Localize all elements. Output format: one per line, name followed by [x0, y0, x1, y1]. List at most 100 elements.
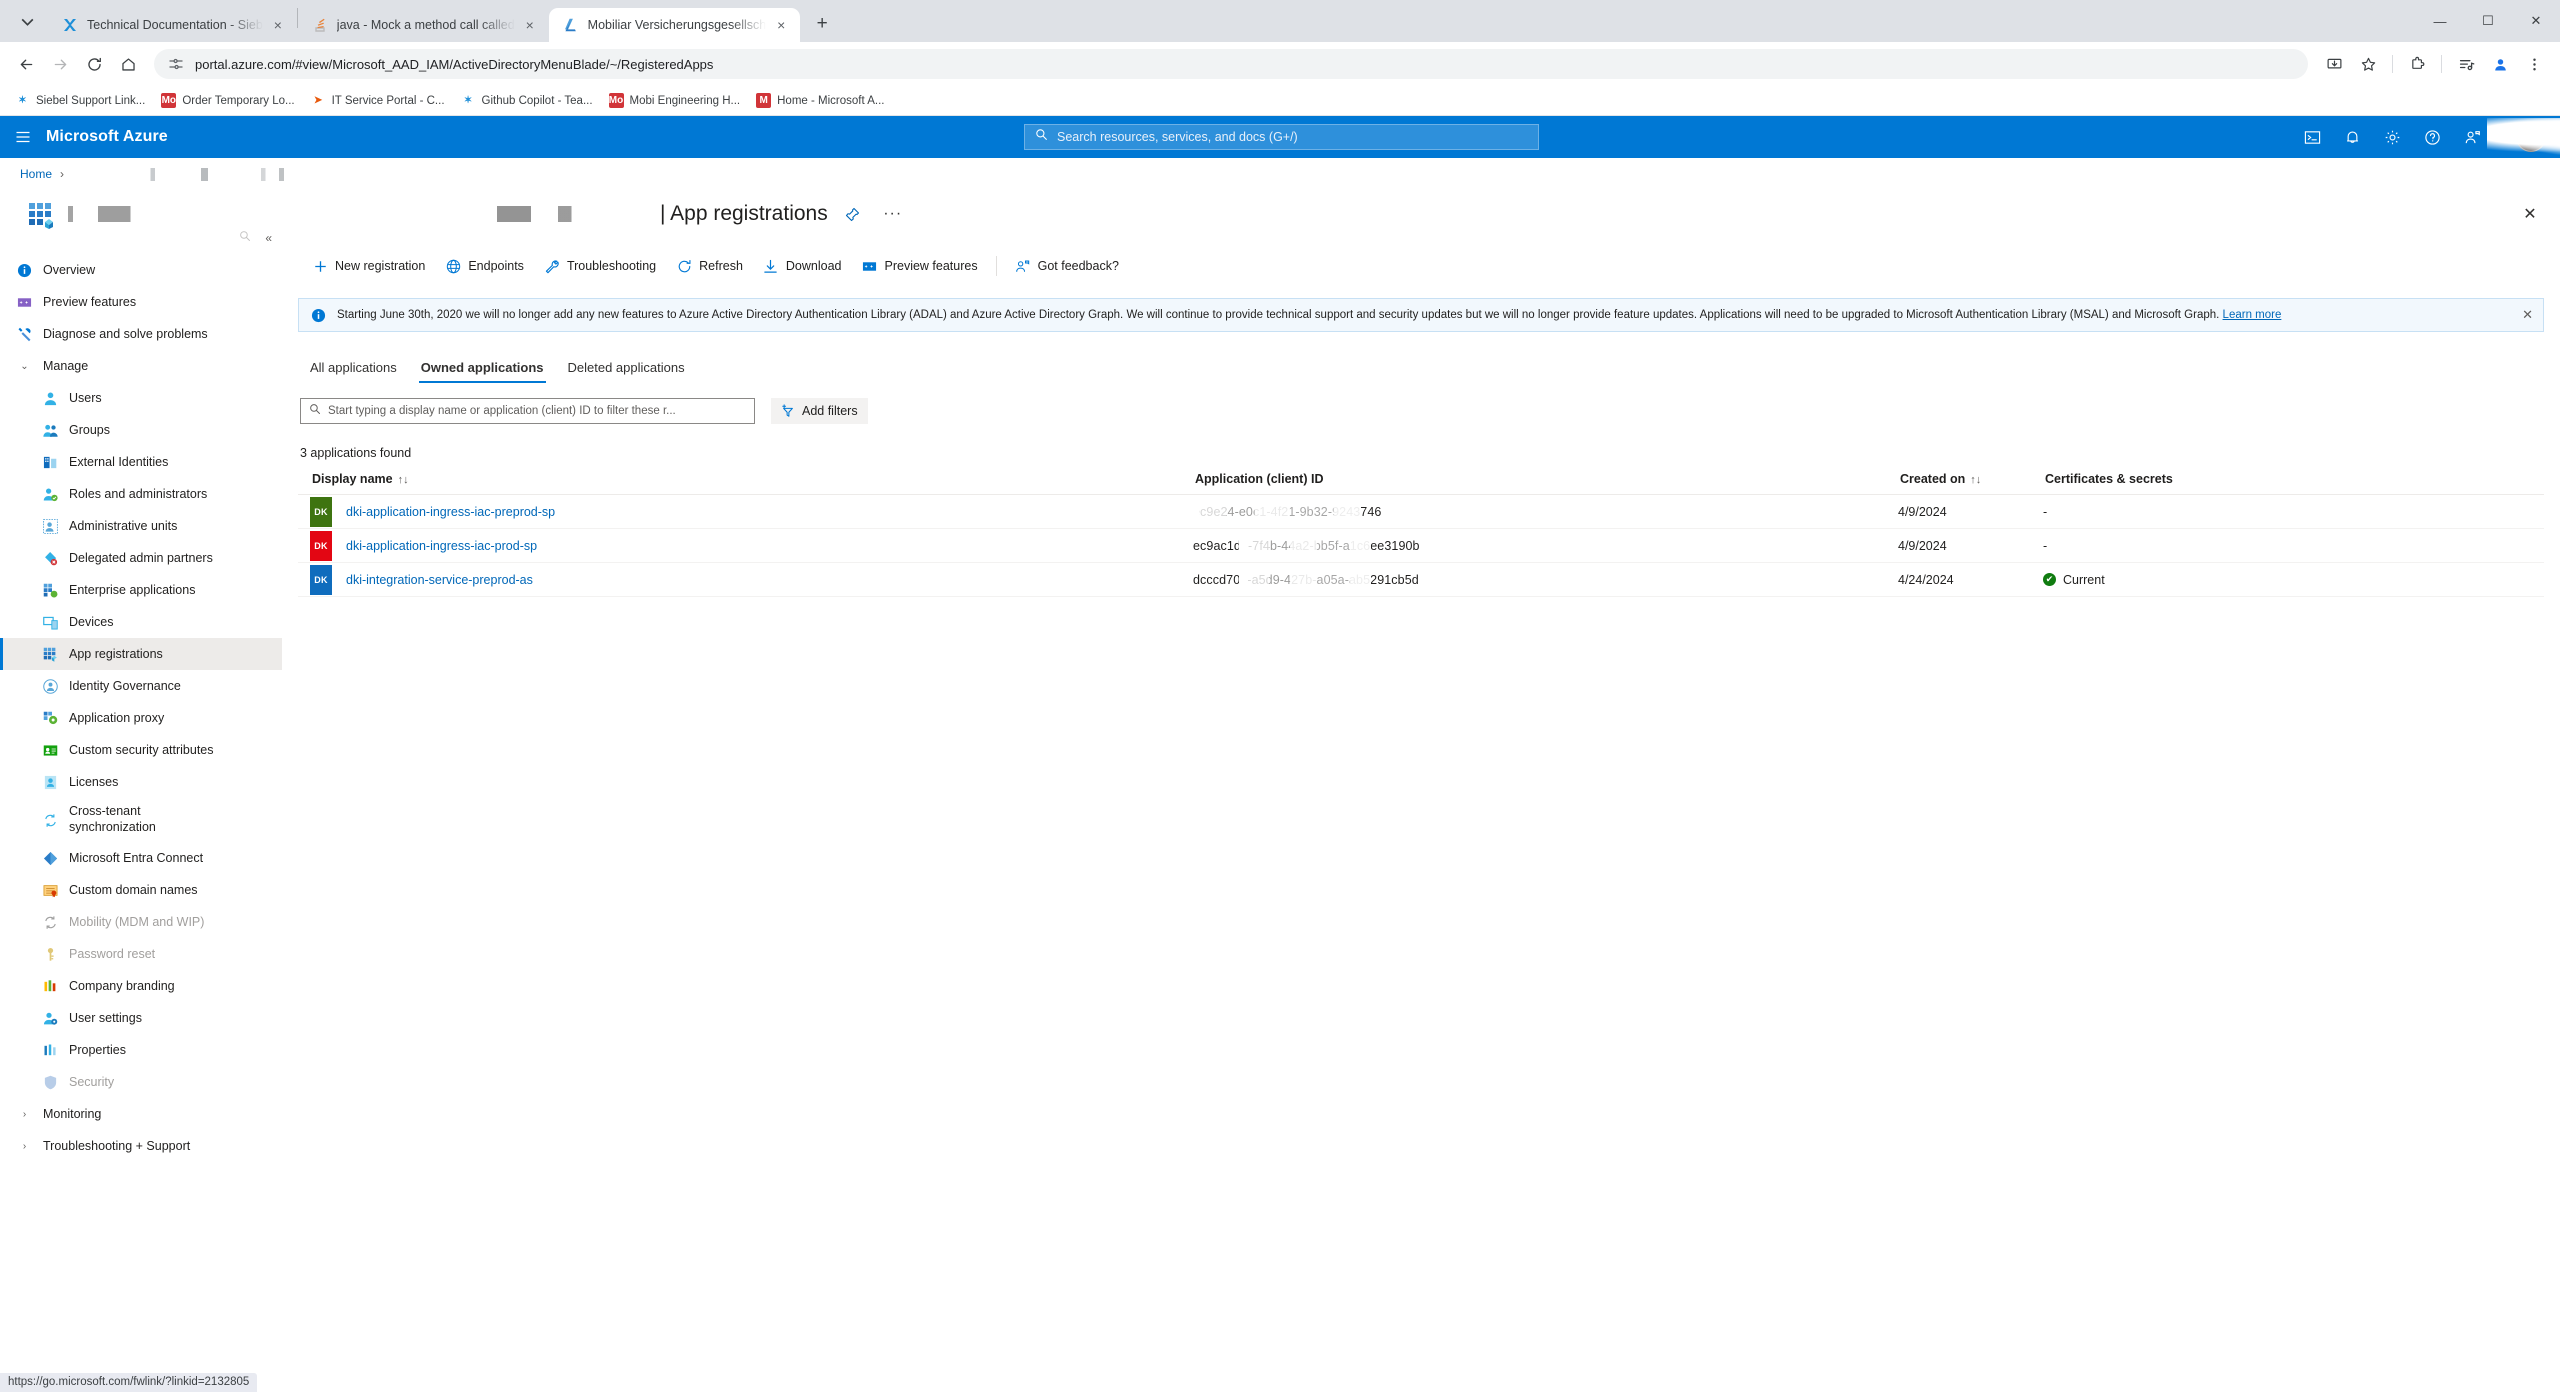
chevron-down-icon[interactable]: ⌄ [16, 361, 33, 372]
chrome-menu-icon[interactable] [2518, 48, 2550, 80]
sidebar-item-preview-features[interactable]: Preview features [0, 286, 282, 318]
browser-tab-3[interactable]: Mobiliar Versicherungsgesellsch × [548, 8, 801, 42]
reading-list-icon[interactable] [2450, 48, 2482, 80]
sidebar-item-custom-domain-names[interactable]: Custom domain names [0, 874, 282, 906]
account-menu[interactable] [2486, 116, 2560, 158]
command-download-button[interactable]: Download [753, 251, 852, 281]
command-refresh-button[interactable]: Refresh [666, 251, 753, 281]
bookmark-item[interactable]: ➤ IT Service Portal - C... [304, 90, 452, 111]
window-maximize-button[interactable]: ☐ [2464, 0, 2512, 42]
command-new-registration-button[interactable]: New registration [302, 251, 435, 281]
address-bar[interactable]: portal.azure.com/#view/Microsoft_AAD_IAM… [154, 49, 2308, 79]
blade-more-options-icon[interactable]: ··· [878, 199, 908, 229]
table-row[interactable]: DK dki-integration-service-preprod-as dccc… [298, 562, 2544, 597]
chevron-right-icon[interactable]: › [16, 1141, 33, 1152]
settings-gear-icon[interactable] [2373, 116, 2413, 158]
breadcrumb-home-link[interactable]: Home [20, 167, 52, 181]
search-input[interactable] [1057, 130, 1528, 144]
browser-tab-2[interactable]: java - Mock a method call called × [298, 8, 549, 42]
forward-button[interactable] [44, 48, 76, 80]
sidebar-item-custom-security-attributes[interactable]: Custom security attributes [0, 734, 282, 766]
banner-learn-more-link[interactable]: Learn more [2223, 309, 2282, 321]
chevron-right-icon[interactable]: › [16, 1109, 33, 1120]
azure-global-search[interactable] [1024, 124, 1539, 150]
sidebar-item-manage[interactable]: ⌄ Manage [0, 350, 282, 382]
sidebar-item-mobility-mdm-and-wip[interactable]: Mobility (MDM and WIP) [0, 906, 282, 938]
site-settings-icon[interactable] [168, 56, 184, 72]
sidebar-item-overview[interactable]: Overview [0, 254, 282, 286]
tab-close-icon[interactable]: × [521, 16, 539, 34]
sidebar-item-users[interactable]: Users [0, 382, 282, 414]
sidebar-item-administrative-units[interactable]: Administrative units [0, 510, 282, 542]
column-header-display-name[interactable]: Display name ↑↓ [298, 468, 1193, 495]
tab-search-icon[interactable] [6, 0, 48, 42]
sidebar-item-company-branding[interactable]: Company branding [0, 970, 282, 1002]
sidebar-item-user-settings[interactable]: User settings [0, 1002, 282, 1034]
sidebar-item-delegated-admin-partners[interactable]: Delegated admin partners [0, 542, 282, 574]
avatar[interactable] [2516, 122, 2546, 152]
help-question-icon[interactable] [2413, 116, 2453, 158]
profile-avatar-icon[interactable] [2484, 48, 2516, 80]
sort-icon[interactable]: ↑↓ [398, 474, 409, 486]
sidebar-item-application-proxy[interactable]: Application proxy [0, 702, 282, 734]
sidebar-item-app-registrations[interactable]: App registrations [0, 638, 282, 670]
notifications-icon[interactable] [2333, 116, 2373, 158]
tab-all-applications[interactable]: All applications [300, 354, 407, 385]
sidebar-item-troubleshooting-support[interactable]: › Troubleshooting + Support [0, 1130, 282, 1162]
sidebar-item-external-identities[interactable]: External Identities [0, 446, 282, 478]
application-name-link[interactable]: dki-application-ingress-iac-prod-sp [346, 539, 537, 553]
sidebar-item-enterprise-applications[interactable]: Enterprise applications [0, 574, 282, 606]
install-app-icon[interactable] [2318, 48, 2350, 80]
filter-input-wrapper[interactable] [300, 398, 755, 424]
sidebar-item-licenses[interactable]: Licenses [0, 766, 282, 798]
back-button[interactable] [10, 48, 42, 80]
sidebar-item-properties[interactable]: Properties [0, 1034, 282, 1066]
reload-button[interactable] [78, 48, 110, 80]
sidebar-item-security[interactable]: Security [0, 1066, 282, 1098]
bookmark-item[interactable]: Mo Mobi Engineering H... [602, 90, 748, 111]
command-got-feedback-button[interactable]: Got feedback? [1005, 251, 1129, 281]
extensions-puzzle-icon[interactable] [2401, 48, 2433, 80]
bookmark-item[interactable]: ✶ Github Copilot - Tea... [454, 90, 600, 111]
column-header-created-on[interactable]: Created on ↑↓ [1898, 468, 2043, 495]
sidebar-item-microsoft-entra-connect[interactable]: Microsoft Entra Connect [0, 842, 282, 874]
command-preview-features-button[interactable]: Preview features [852, 251, 988, 281]
command-troubleshooting-button[interactable]: Troubleshooting [534, 251, 666, 281]
new-tab-button[interactable]: + [806, 8, 838, 40]
close-icon[interactable]: ✕ [2516, 200, 2544, 228]
application-name-link[interactable]: dki-application-ingress-iac-preprod-sp [346, 505, 555, 519]
command-endpoints-button[interactable]: Endpoints [435, 251, 534, 281]
sidebar-item-cross-tenant-synchronization[interactable]: Cross-tenant synchronization [0, 798, 282, 842]
home-button[interactable] [112, 48, 144, 80]
sidebar-item-devices[interactable]: Devices [0, 606, 282, 638]
window-close-button[interactable]: ✕ [2512, 0, 2560, 42]
sidebar-item-monitoring[interactable]: › Monitoring [0, 1098, 282, 1130]
bookmark-star-icon[interactable] [2352, 48, 2384, 80]
global-menu-hamburger-icon[interactable] [0, 116, 46, 158]
cloud-shell-icon[interactable] [2293, 116, 2333, 158]
sidebar-item-identity-governance[interactable]: Identity Governance [0, 670, 282, 702]
tab-owned-applications[interactable]: Owned applications [411, 354, 554, 385]
sort-icon[interactable]: ↑↓ [1970, 474, 1981, 486]
window-minimize-button[interactable]: — [2416, 0, 2464, 42]
azure-brand-label[interactable]: Microsoft Azure [46, 128, 168, 146]
tab-close-icon[interactable]: × [269, 16, 287, 34]
browser-tab-1[interactable]: Technical Documentation - Sieb × [48, 8, 297, 42]
feedback-smiley-icon[interactable] [2453, 116, 2493, 158]
bookmark-item[interactable]: Mo Order Temporary Lo... [154, 90, 301, 111]
tab-close-icon[interactable]: × [772, 16, 790, 34]
table-row[interactable]: DK dki-application-ingress-iac-preprod-sp… [298, 494, 2544, 529]
bookmark-item[interactable]: ✶ Siebel Support Link... [8, 90, 152, 111]
sidebar-item-groups[interactable]: Groups [0, 414, 282, 446]
add-filters-button[interactable]: Add filters [771, 398, 868, 424]
banner-close-icon[interactable]: ✕ [2522, 307, 2533, 323]
sidebar-item-roles-and-administrators[interactable]: Roles and administrators [0, 478, 282, 510]
pin-blade-icon[interactable] [838, 199, 868, 229]
application-name-link[interactable]: dki-integration-service-preprod-as [346, 573, 533, 587]
tab-deleted-applications[interactable]: Deleted applications [558, 354, 695, 385]
sidebar-item-diagnose-and-solve-problems[interactable]: Diagnose and solve problems [0, 318, 282, 350]
bookmark-item[interactable]: M Home - Microsoft A... [749, 90, 891, 111]
filter-input[interactable] [328, 405, 746, 417]
sidebar-item-password-reset[interactable]: Password reset [0, 938, 282, 970]
table-row[interactable]: DK dki-application-ingress-iac-prod-sp ec9… [298, 528, 2544, 563]
